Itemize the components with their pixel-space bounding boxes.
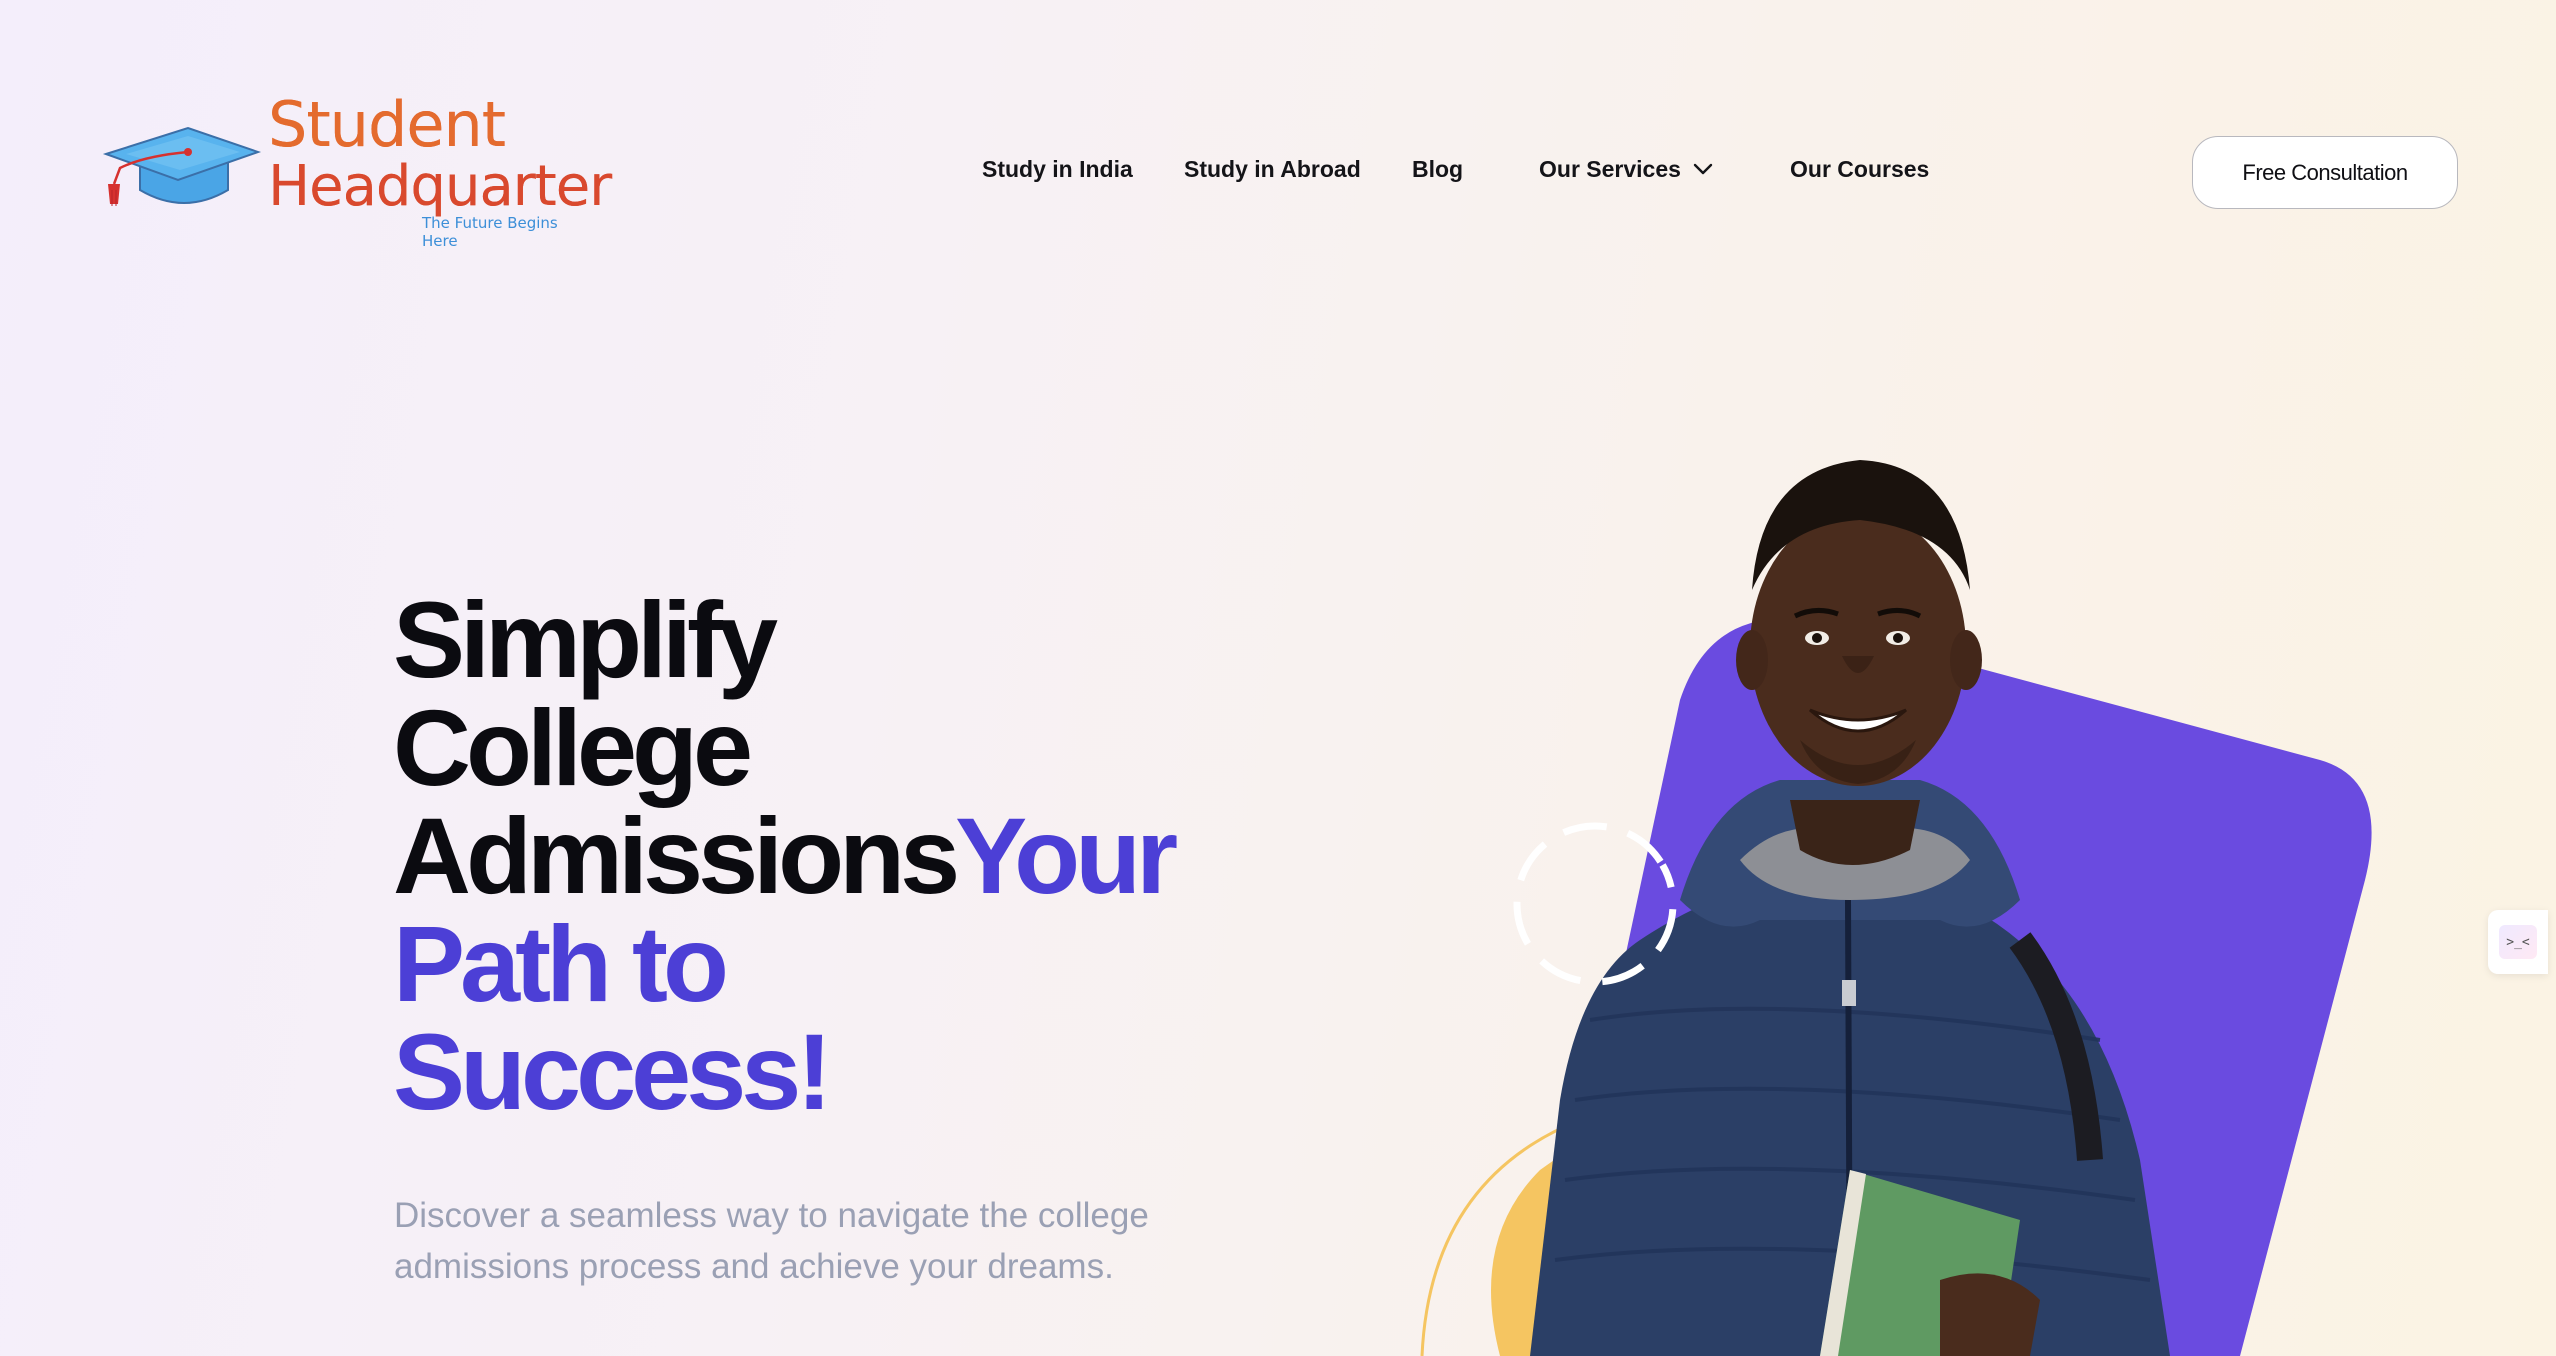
hero-subtitle-line-2: admissions process and achieve your drea… [394,1247,1114,1286]
nav-our-services-label: Our Services [1539,156,1681,182]
brand-logo[interactable]: Student Headquarter The Future Begins He… [96,88,612,250]
hero-title-line-5: Success! [393,1011,832,1132]
widget-face-icon: >_< [2499,925,2537,959]
hero-title-accent-your: Your [955,795,1178,916]
nav-blog[interactable]: Blog [1412,156,1463,183]
hero-title-line-1: Simplify [393,579,778,700]
hero-illustration-graphic [1420,460,2372,1356]
graduation-cap-icon [102,126,262,206]
free-consultation-button[interactable]: Free Consultation [2192,136,2458,209]
hero-subtitle-line-1: Discover a seamless way to navigate the … [394,1196,1149,1235]
side-chat-widget[interactable]: >_< [2488,910,2548,974]
nav-study-in-abroad[interactable]: Study in Abroad [1184,156,1361,183]
hero-title-line-4: Path to [393,903,729,1024]
brand-name-line2: Headquarter [268,154,612,219]
brand-name-line1: Student [268,88,506,161]
hero-title: Simplify College AdmissionsYour Path to … [393,586,1213,1126]
hero-title-admissions: Admissions [393,795,960,916]
chevron-down-icon [1693,163,1713,175]
nav-study-in-india[interactable]: Study in India [982,156,1133,183]
nav-our-courses[interactable]: Our Courses [1790,156,1929,183]
brand-tagline: The Future Begins Here [422,214,558,250]
hero-subtitle: Discover a seamless way to navigate the … [394,1190,1254,1292]
hero-title-line-2: College [393,687,753,808]
nav-our-services[interactable]: Our Services [1539,156,1713,183]
hero-title-line-3: AdmissionsYour [393,802,1213,910]
hero-illustration [1380,380,2380,1356]
